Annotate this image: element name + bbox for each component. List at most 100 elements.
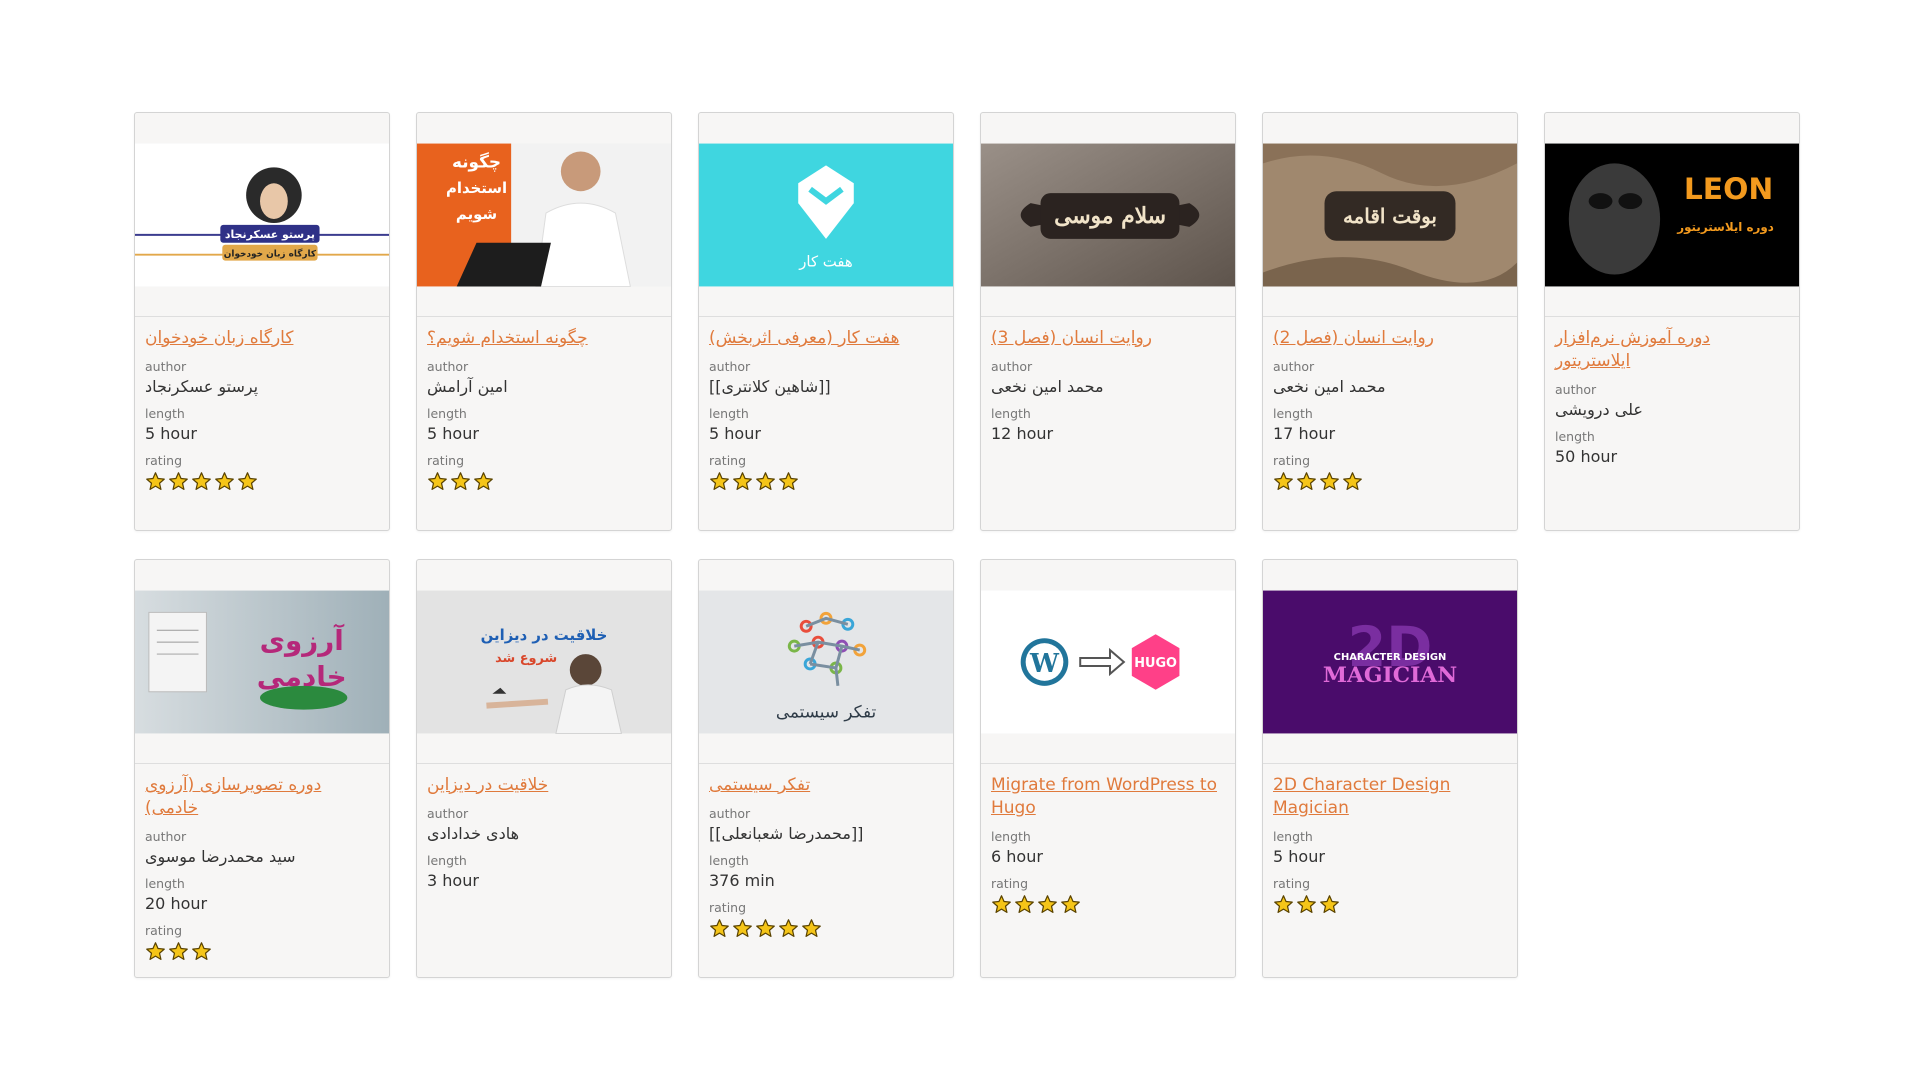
thumb-text: سلام موسی — [1054, 204, 1166, 229]
thumb-text: HUGO — [1134, 656, 1177, 671]
star-icon — [169, 942, 188, 960]
rating-label: rating — [1273, 453, 1311, 468]
thumb-text: شویم — [456, 205, 497, 223]
course-grid: پرستو عسکرنجاد کارگاه زبان خودخوان کارگا… — [134, 112, 1806, 978]
course-thumbnail[interactable]: بوقت اقامه — [1263, 143, 1517, 287]
author-label: author — [709, 359, 751, 374]
star-icon — [779, 919, 798, 937]
course-title-link[interactable]: Migrate from WordPress to Hugo — [991, 774, 1225, 820]
star-icon — [710, 472, 729, 490]
length-label: length — [427, 853, 467, 868]
rating-label: rating — [1273, 876, 1311, 891]
course-title-link[interactable]: چگونه استخدام شویم؟ — [427, 327, 661, 350]
thumb-text: MAGICIAN — [1323, 663, 1457, 688]
thumb-text: استخدام — [446, 179, 507, 197]
course-title-link[interactable]: دوره آموزش نرم‌افزار ایلاستریتور — [1555, 327, 1789, 373]
author-value: محمد امین نخعی — [1273, 377, 1386, 396]
length-label: length — [145, 406, 185, 421]
course-thumbnail[interactable]: پرستو عسکرنجاد کارگاه زبان خودخوان — [135, 143, 389, 287]
star-icon — [1274, 472, 1293, 490]
star-icon — [169, 472, 188, 490]
svg-text:W: W — [1029, 649, 1060, 679]
length-value: 12 hour — [991, 424, 1054, 443]
rating-stars — [709, 918, 943, 944]
star-icon — [215, 472, 234, 490]
star-icon — [146, 942, 165, 960]
thumb-text: شروع شد — [495, 651, 557, 666]
star-icon — [428, 472, 447, 490]
star-icon — [733, 919, 752, 937]
course-title-link[interactable]: خلاقیت در دیزاین — [427, 774, 661, 797]
rating-label: rating — [145, 453, 183, 468]
course-thumbnail[interactable]: سلام موسی — [981, 143, 1235, 287]
author-label: author — [427, 359, 469, 374]
author-label: author — [1273, 359, 1315, 374]
length-value: 5 hour — [145, 424, 197, 443]
author-value: سید محمدرضا موسوی — [145, 847, 296, 866]
course-card: سلام موسی روایت انسان (فصل 3) author محم… — [980, 112, 1236, 531]
course-title-link[interactable]: 2D Character Design Magician — [1273, 774, 1507, 820]
author-value: محمد امین نخعی — [991, 377, 1104, 396]
course-title-link[interactable]: دوره تصویرسازی (آرزوی خادمی) — [145, 774, 379, 820]
thumb-text: کارگاه زبان خودخوان — [224, 248, 317, 260]
course-card: تفکر سیستمی تفکر سیستمی author [[محمدرضا… — [698, 559, 954, 978]
star-icon — [1038, 895, 1057, 913]
author-label: author — [145, 359, 187, 374]
author-value: علی درویشی — [1555, 400, 1643, 419]
author-value: هادی خدادادی — [427, 824, 519, 843]
thumb-text: بوقت اقامه — [1343, 204, 1437, 229]
thumb-text: چگونه — [452, 151, 501, 172]
star-icon — [1297, 472, 1316, 490]
course-thumbnail[interactable]: تفکر سیستمی — [699, 590, 953, 734]
course-title-link[interactable]: روایت انسان (فصل 2) — [1273, 327, 1507, 350]
course-title-link[interactable]: روایت انسان (فصل 3) — [991, 327, 1225, 350]
rating-label: rating — [991, 876, 1029, 891]
length-label: length — [1555, 429, 1595, 444]
rating-stars — [1273, 471, 1507, 497]
course-thumbnail[interactable]: LEON دوره ایلاستریتور — [1545, 143, 1799, 287]
thumb-text: CHARACTER DESIGN — [1334, 652, 1447, 663]
star-icon — [1320, 472, 1339, 490]
course-title-link[interactable]: تفکر سیستمی — [709, 774, 943, 797]
rating-stars — [145, 941, 379, 967]
length-label: length — [991, 406, 1031, 421]
length-value: 20 hour — [145, 894, 208, 913]
length-label: length — [1273, 406, 1313, 421]
course-thumbnail[interactable]: W HUGO — [981, 590, 1235, 734]
course-card: چگونه استخدام شویم چگونه استخدام شویم؟ a… — [416, 112, 672, 531]
author-label: author — [709, 806, 751, 821]
length-value: 17 hour — [1273, 424, 1336, 443]
star-icon — [1320, 895, 1339, 913]
length-label: length — [991, 829, 1031, 844]
thumb-text: هفت کار — [798, 253, 853, 271]
course-card: آرزوی خادمی دوره تصویرسازی (آرزوی خادمی)… — [134, 559, 390, 978]
rating-label: rating — [427, 453, 465, 468]
length-label: length — [427, 406, 467, 421]
length-label: length — [1273, 829, 1313, 844]
course-thumbnail[interactable]: هفت کار — [699, 143, 953, 287]
author-label: author — [427, 806, 469, 821]
author-value: [[شاهین کلانتری]] — [709, 377, 831, 396]
length-value: 5 hour — [1273, 847, 1325, 866]
rating-stars — [1273, 894, 1507, 920]
rating-stars — [991, 894, 1225, 920]
star-icon — [1297, 895, 1316, 913]
course-thumbnail[interactable]: آرزوی خادمی — [135, 590, 389, 734]
star-icon — [451, 472, 470, 490]
length-label: length — [709, 406, 749, 421]
author-value: پرستو عسکرنجاد — [145, 377, 259, 396]
thumb-text: خلاقیت در دیزاین — [481, 626, 608, 644]
thumb-text: تفکر سیستمی — [776, 702, 877, 722]
thumb-text: LEON — [1684, 172, 1773, 207]
course-thumbnail[interactable]: 2D CHARACTER DESIGN MAGICIAN — [1263, 590, 1517, 734]
star-icon — [192, 472, 211, 490]
course-card: بوقت اقامه روایت انسان (فصل 2) author مح… — [1262, 112, 1518, 531]
length-value: 6 hour — [991, 847, 1043, 866]
course-thumbnail[interactable]: خلاقیت در دیزاین شروع شد — [417, 590, 671, 734]
course-card: پرستو عسکرنجاد کارگاه زبان خودخوان کارگا… — [134, 112, 390, 531]
course-thumbnail[interactable]: چگونه استخدام شویم — [417, 143, 671, 287]
course-title-link[interactable]: هفت کار (معرفی اثربخش) — [709, 327, 943, 350]
course-title-link[interactable]: کارگاه زبان خودخوان — [145, 327, 379, 350]
star-icon — [474, 472, 493, 490]
star-icon — [756, 919, 775, 937]
